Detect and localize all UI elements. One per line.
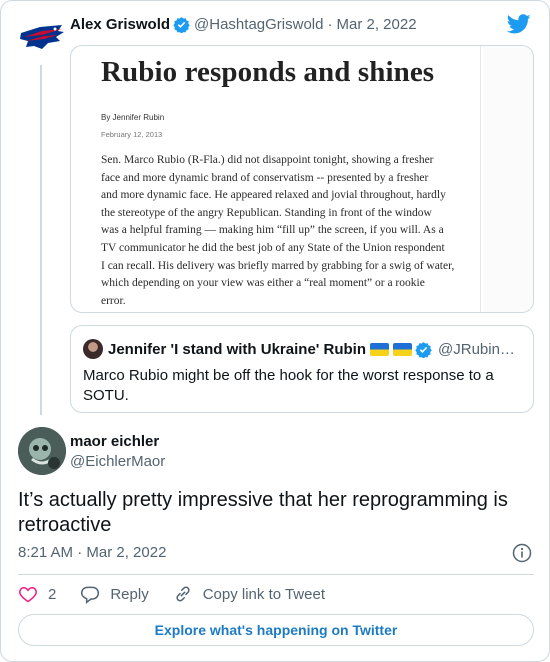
parent-tweet-header: Alex Griswold @HashtagGriswold · Mar 2, …	[70, 16, 417, 34]
quoted-tweet-header: Jennifer 'I stand with Ukraine' Rubin @J…	[83, 339, 523, 359]
tweet-date[interactable]: Mar 2, 2022	[336, 16, 416, 33]
quoted-author-handle: @JRubin…	[438, 340, 515, 358]
reply-button[interactable]: Reply	[80, 584, 149, 604]
copy-link-label: Copy link to Tweet	[202, 585, 325, 603]
twitter-bird-icon[interactable]	[506, 14, 531, 36]
separator-dot: ·	[327, 16, 333, 33]
link-icon	[176, 586, 190, 602]
quoted-tweet[interactable]: Jennifer 'I stand with Ukraine' Rubin @J…	[70, 325, 534, 413]
copy-link-button[interactable]: Copy link to Tweet	[173, 584, 325, 604]
info-icon[interactable]	[512, 543, 532, 563]
article-body: Sen. Marco Rubio (R-Fla.) did not disapp…	[101, 152, 479, 310]
article-screenshot[interactable]: Rubio responds and shines By Jennifer Ru…	[70, 45, 534, 313]
article-line: which depending on your view was either …	[101, 277, 425, 290]
avatar[interactable]	[18, 427, 66, 475]
article-headline: Rubio responds and shines	[101, 56, 435, 88]
article-page: Rubio responds and shines By Jennifer Ru…	[71, 46, 481, 312]
tweet-embed-card: Alex Griswold @HashtagGriswold · Mar 2, …	[0, 0, 550, 662]
article-line: error.	[101, 294, 126, 307]
quoted-tweet-text: Marco Rubio might be off the hook for th…	[83, 367, 494, 404]
article-line: TV communicator he did the best job of a…	[101, 241, 445, 254]
ukraine-flag-icon	[370, 342, 390, 356]
ukraine-flag-icon	[393, 342, 413, 356]
article-line: Sen. Marco Rubio (R-Fla.) did not disapp…	[101, 154, 434, 166]
like-count: 2	[48, 585, 57, 603]
tweet-actions: 2 Reply Copy link to Tweet	[18, 584, 349, 604]
divider	[18, 574, 534, 575]
article-sidebar	[483, 46, 533, 312]
author-handle[interactable]: @EichlerMaor	[70, 453, 165, 470]
article-line: the stereotype of the angry Republican. …	[101, 206, 432, 219]
tweet-timestamp[interactable]: 8:21 AM · Mar 2, 2022	[18, 544, 166, 561]
article-line: I can recall. His delivery was briefly m…	[101, 259, 455, 272]
verified-badge-icon	[415, 341, 432, 358]
author-name[interactable]: Alex Griswold	[70, 16, 170, 33]
article-byline: By Jennifer Rubin	[101, 113, 165, 122]
heart-icon	[19, 586, 37, 603]
article-line: was a helpful framing — making him “fill…	[101, 224, 444, 237]
reply-label: Reply	[110, 585, 149, 603]
article-date: February 12, 2013	[101, 130, 163, 139]
avatar	[83, 339, 103, 359]
tweet-text: It’s actually pretty impressive that her…	[18, 489, 508, 536]
bills-logo-icon[interactable]	[18, 19, 66, 55]
author-name[interactable]: maor eichler	[70, 433, 159, 450]
thread-line	[40, 65, 42, 415]
author-handle[interactable]: @HashtagGriswold	[194, 16, 323, 33]
explore-button[interactable]: Explore what's happening on Twitter	[18, 614, 534, 646]
article-line: face and more dynamic brand of conservat…	[101, 171, 429, 184]
reply-icon	[81, 586, 100, 604]
article-line: and more dynamic face. He appeared relax…	[101, 189, 446, 202]
verified-badge-icon	[173, 16, 190, 34]
like-button[interactable]: 2	[18, 584, 56, 604]
quoted-author-name: Jennifer 'I stand with Ukraine' Rubin	[108, 340, 367, 358]
